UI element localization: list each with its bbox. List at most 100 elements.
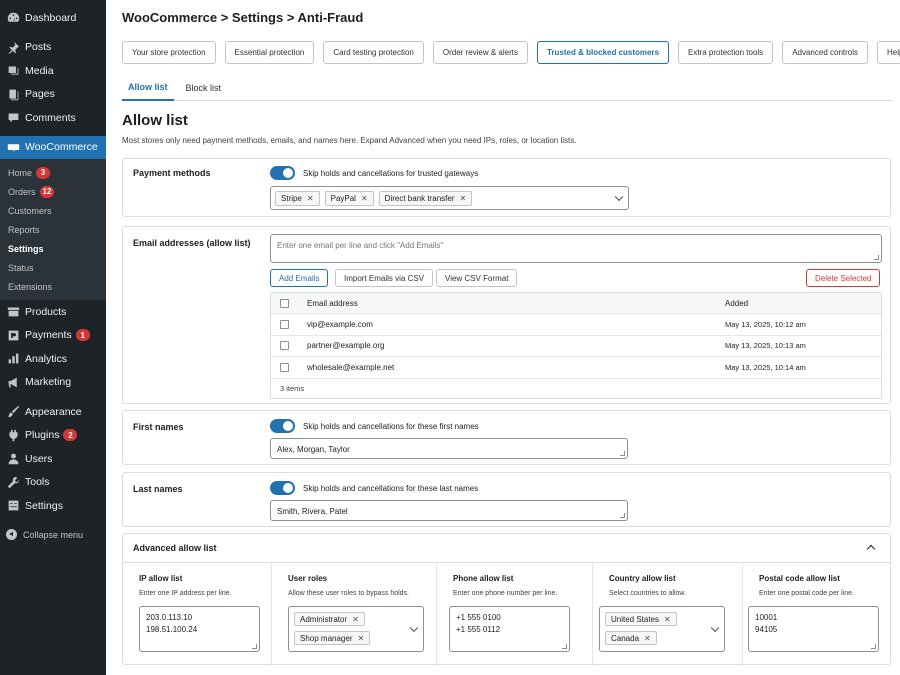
ip-allow-list-input[interactable]: 203.0.113.10 198.51.100.24	[139, 606, 260, 652]
sidebar-item-media[interactable]: Media	[0, 59, 106, 83]
sidebar-item-analytics[interactable]: Analytics	[0, 347, 106, 371]
sidebar-item-label: Settings	[25, 499, 63, 512]
subtab-allow-list[interactable]: Allow list	[122, 74, 174, 101]
country-allow-list-select[interactable]: United States ✕ Canada ✕	[599, 606, 725, 652]
remove-chip-icon[interactable]: ✕	[459, 194, 466, 203]
country-allow-list-section: Country allow list Select countries to a…	[593, 563, 743, 666]
added-cell: May 13, 2025, 10:14 am	[725, 362, 806, 372]
sidebar-item-woocommerce[interactable]: WooCommerce	[0, 135, 106, 159]
products-icon	[6, 305, 20, 319]
sidebar-item-posts[interactable]: Posts	[0, 36, 106, 60]
payment-methods-toggle-row: Skip holds and cancellations for trusted…	[270, 166, 478, 180]
ip-allow-list-label: IP allow list	[139, 574, 183, 583]
remove-chip-icon[interactable]: ✕	[644, 634, 651, 643]
email-cell: partner@example.org	[307, 341, 385, 351]
payments-icon	[6, 328, 20, 342]
import-emails-csv-button[interactable]: Import Emails via CSV	[335, 269, 434, 287]
row-checkbox[interactable]	[280, 362, 289, 372]
submenu-item-extensions[interactable]: Extensions	[0, 277, 106, 296]
phone-allow-list-input[interactable]: +1 555 0100 +1 555 0112	[449, 606, 570, 652]
submenu-item-customers[interactable]: Customers	[0, 201, 106, 220]
submenu-item-reports[interactable]: Reports	[0, 220, 106, 239]
remove-chip-icon[interactable]: ✕	[664, 615, 671, 624]
home-badge: 3	[36, 166, 51, 179]
toggle-label: Skip holds and cancellations for these f…	[303, 421, 479, 431]
remove-chip-icon[interactable]: ✕	[357, 634, 364, 643]
chip-united-states: United States ✕	[605, 612, 677, 626]
first-names-input[interactable]: Alex, Morgan, Taylor	[270, 438, 628, 459]
woocommerce-submenu: Home 3 Orders 12 Customers Reports Setting…	[0, 159, 106, 300]
sidebar-item-marketing[interactable]: Marketing	[0, 371, 106, 395]
email-addresses-card: Email addresses (allow list) Enter one e…	[122, 226, 891, 404]
email-cell: wholesale@example.net	[307, 362, 395, 372]
chevron-up-icon[interactable]	[866, 544, 876, 554]
email-input[interactable]: Enter one email per line and click "Add …	[270, 234, 882, 263]
sidebar-item-tools[interactable]: Tools	[0, 471, 106, 495]
sidebar-item-payments[interactable]: Payments 1	[0, 324, 106, 348]
page-header-breadcrumb: WooCommerce > Settings > Anti-Fraud	[122, 10, 364, 25]
analytics-icon	[6, 352, 20, 366]
remove-chip-icon[interactable]: ✕	[307, 194, 314, 203]
sidebar-item-appearance[interactable]: Appearance	[0, 400, 106, 424]
sidebar-item-plugins[interactable]: Plugins 2	[0, 424, 106, 448]
orders-badge: 12	[39, 185, 55, 198]
sidebar-item-settings[interactable]: Settings	[0, 494, 106, 518]
sidebar-item-products[interactable]: Products	[0, 300, 106, 324]
tab-order-review-alerts[interactable]: Order review & alerts	[432, 41, 528, 64]
last-names-card: Last names Skip holds and cancellations …	[122, 472, 891, 527]
submenu-item-orders[interactable]: Orders 12	[0, 182, 106, 201]
submenu-item-status[interactable]: Status	[0, 258, 106, 277]
last-names-input[interactable]: Smith, Rivera, Patel	[270, 500, 628, 521]
column-header-email: Email address	[307, 298, 358, 308]
sidebar-item-users[interactable]: Users	[0, 447, 106, 471]
row-checkbox[interactable]	[280, 341, 289, 351]
postal-code-allow-list-input[interactable]: 10001 94105	[748, 606, 879, 652]
trusted-gateways-toggle[interactable]	[270, 166, 295, 180]
remove-chip-icon[interactable]: ✕	[352, 615, 359, 624]
sidebar-item-comments[interactable]: Comments	[0, 106, 106, 130]
view-csv-format-button[interactable]: View CSV Format	[436, 269, 518, 287]
row-checkbox[interactable]	[280, 319, 289, 329]
tab-essential-protection[interactable]: Essential protection	[224, 41, 315, 64]
sidebar-item-pages[interactable]: Pages	[0, 83, 106, 107]
pages-icon	[6, 87, 20, 101]
tab-your-store-protection[interactable]: Your store protection	[122, 41, 216, 64]
country-allow-list-hint: Select countries to allow.	[609, 590, 687, 597]
payment-methods-select[interactable]: Stripe ✕ PayPal ✕ Direct bank transfer ✕	[270, 186, 629, 210]
subtab-block-list[interactable]: Block list	[180, 74, 228, 101]
resize-grip-icon	[620, 451, 625, 456]
tab-trusted-blocked-customers[interactable]: Trusted & blocked customers	[537, 41, 670, 64]
resize-grip-icon	[620, 513, 625, 518]
tab-card-testing-protection[interactable]: Card testing protection	[323, 41, 424, 64]
phone-allow-list-hint: Enter one phone number per line.	[453, 590, 558, 597]
payment-methods-label: Payment methods	[133, 168, 211, 178]
select-all-checkbox[interactable]	[280, 298, 289, 308]
added-cell: May 13, 2025, 10:13 am	[725, 341, 806, 351]
marketing-icon	[6, 375, 20, 389]
table-row: partner@example.org May 13, 2025, 10:13 …	[271, 336, 881, 357]
remove-chip-icon[interactable]: ✕	[361, 194, 368, 203]
last-names-toggle-row: Skip holds and cancellations for these l…	[270, 481, 478, 495]
tab-extra-protection-tools[interactable]: Extra protection tools	[678, 41, 774, 64]
first-names-toggle[interactable]	[270, 419, 295, 433]
last-names-toggle[interactable]	[270, 481, 295, 495]
add-emails-button[interactable]: Add Emails	[270, 269, 329, 287]
comment-icon	[6, 111, 20, 125]
wrench-icon	[6, 475, 20, 489]
email-addresses-label: Email addresses (allow list)	[133, 238, 251, 248]
postal-code-allow-list-hint: Enter one postal code per line.	[759, 590, 854, 597]
submenu-item-home[interactable]: Home 3	[0, 163, 106, 182]
country-allow-list-label: Country allow list	[609, 574, 676, 583]
sidebar-item-dashboard[interactable]: Dashboard	[0, 6, 106, 30]
delete-selected-button[interactable]: Delete Selected	[806, 269, 881, 287]
sidebar-item-label: Media	[25, 64, 54, 77]
tab-advanced-controls[interactable]: Advanced controls	[782, 41, 869, 64]
collapse-menu-button[interactable]: Collapse menu	[0, 524, 106, 546]
email-table: Email address Added vip@example.com May …	[270, 292, 882, 399]
advanced-allow-list-header[interactable]: Advanced allow list	[123, 534, 890, 563]
pin-icon	[6, 40, 20, 54]
resize-grip-icon	[252, 644, 257, 649]
tab-help[interactable]: Help⌄	[877, 41, 900, 64]
user-roles-select[interactable]: Administrator ✕ Shop manager ✕	[288, 606, 424, 652]
submenu-item-settings[interactable]: Settings	[0, 239, 106, 258]
